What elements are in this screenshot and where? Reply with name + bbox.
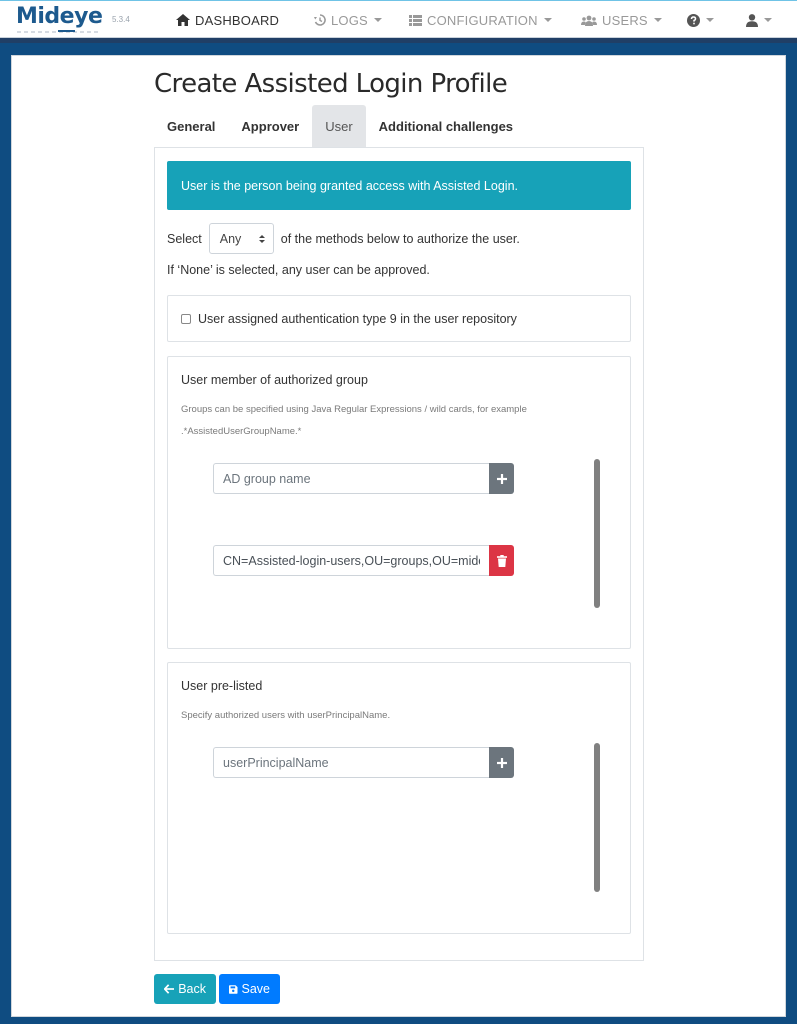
- brand-logo-accent: [58, 30, 75, 32]
- auth-type-checkbox-label[interactable]: User assigned authentication type 9 in t…: [198, 312, 517, 326]
- nav-account[interactable]: [746, 11, 772, 29]
- add-user-input-group: [213, 747, 514, 778]
- chevron-down-icon: [373, 18, 382, 22]
- chevron-down-icon: [706, 18, 714, 22]
- save-button[interactable]: Save: [219, 974, 280, 1004]
- tab-general[interactable]: General: [154, 105, 228, 148]
- auth-type-checkbox[interactable]: [181, 314, 191, 324]
- authorized-group-title: User member of authorized group: [181, 373, 368, 387]
- select-prefix-label: Select: [167, 231, 202, 246]
- method-count-select[interactable]: Any: [208, 223, 274, 254]
- nav-configuration-label: CONFIGURATION: [427, 12, 538, 28]
- top-navbar: Mideye 5.3.4 DASHBOARD LOGS CONFIGURATIO…: [0, 0, 797, 38]
- user-principal-name-input[interactable]: [223, 755, 480, 770]
- save-button-label: Save: [241, 982, 271, 996]
- trash-icon: [496, 554, 507, 567]
- back-button-label: Back: [178, 982, 206, 996]
- brand-logo[interactable]: Mideye: [16, 4, 103, 29]
- ad-group-name-input[interactable]: [223, 471, 480, 486]
- chevron-down-icon: [653, 18, 662, 22]
- profile-tabs: General Approver User Additional challen…: [154, 105, 526, 148]
- add-group-input-group: [213, 463, 514, 494]
- navbar-bottom-strip: [0, 38, 797, 43]
- add-group-button[interactable]: [489, 463, 514, 494]
- app-version: 5.3.4: [112, 15, 130, 24]
- nav-help[interactable]: [687, 11, 714, 29]
- nav-users-label: USERS: [602, 12, 648, 28]
- group-list-scrollbar[interactable]: [594, 459, 600, 608]
- home-icon: [176, 14, 190, 26]
- plus-icon: [496, 757, 507, 768]
- prelisted-user-box: [167, 662, 631, 934]
- nav-users[interactable]: USERS: [581, 11, 662, 29]
- info-alert: User is the person being granted access …: [167, 161, 631, 210]
- back-button[interactable]: Back: [154, 974, 216, 1004]
- add-user-button[interactable]: [489, 747, 514, 778]
- prelisted-user-title: User pre-listed: [181, 679, 263, 693]
- chevron-down-icon: [764, 18, 772, 22]
- arrow-left-icon: [164, 984, 175, 994]
- nav-logs-label: LOGS: [331, 12, 368, 28]
- plus-icon: [496, 473, 507, 484]
- nav-dashboard-label: DASHBOARD: [195, 12, 280, 28]
- method-select-row: Select Any of the methods below to autho…: [167, 223, 520, 254]
- user-list-scrollbar[interactable]: [594, 743, 600, 892]
- nav-dashboard[interactable]: DASHBOARD: [176, 11, 279, 29]
- authorized-group-hint: Groups can be specified using Java Regul…: [181, 404, 527, 415]
- users-icon: [581, 15, 597, 26]
- none-selected-note: If ‘None’ is selected, any user can be a…: [167, 263, 430, 277]
- method-count-select-value: Any: [219, 231, 242, 246]
- tab-approver[interactable]: Approver: [228, 105, 312, 148]
- group-entry-field[interactable]: [213, 545, 489, 576]
- chevron-down-icon: [543, 18, 552, 22]
- tab-user[interactable]: User: [312, 105, 366, 148]
- group-entry-input-group: [213, 545, 514, 576]
- ad-group-name-field[interactable]: [213, 463, 489, 494]
- group-entry-input[interactable]: [223, 553, 480, 568]
- history-icon: [314, 14, 326, 26]
- list-icon: [409, 14, 422, 26]
- page-title: Create Assisted Login Profile: [154, 69, 508, 99]
- nav-logs[interactable]: LOGS: [314, 11, 382, 29]
- tab-additional-challenges[interactable]: Additional challenges: [366, 105, 526, 148]
- question-circle-icon: [687, 13, 700, 27]
- user-principal-name-field[interactable]: [213, 747, 489, 778]
- save-icon: [229, 984, 238, 994]
- select-suffix-label: of the methods below to authorize the us…: [280, 231, 520, 246]
- nav-configuration[interactable]: CONFIGURATION: [409, 11, 552, 29]
- sort-arrows-icon: [258, 234, 265, 243]
- user-icon: [746, 13, 758, 27]
- prelisted-user-hint: Specify authorized users with userPrinci…: [181, 710, 391, 721]
- auth-type-checkbox-row[interactable]: User assigned authentication type 9 in t…: [181, 312, 517, 326]
- authorized-group-hint-example: .*AssistedUserGroupName.*: [181, 426, 302, 437]
- delete-group-button[interactable]: [489, 545, 514, 576]
